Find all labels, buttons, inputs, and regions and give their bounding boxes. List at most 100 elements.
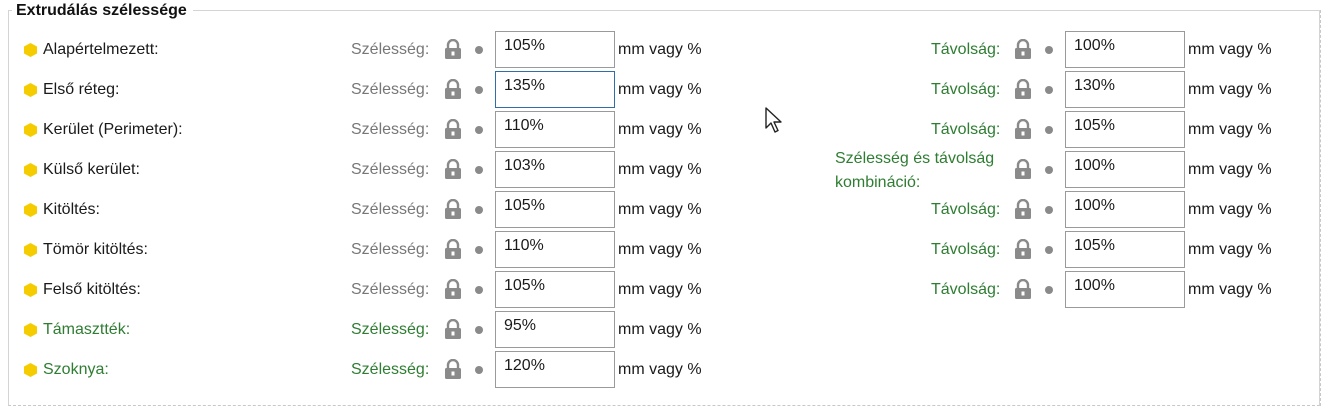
setting-row-skirt: Szoknya: Szélesség: 120% mm vagy % <box>0 350 1327 390</box>
lock-icon[interactable] <box>444 239 462 259</box>
width-unit: mm vagy % <box>618 81 702 98</box>
row-label-text: Támasztték: <box>43 321 131 338</box>
lock-icon[interactable] <box>1014 239 1032 259</box>
lock-icon[interactable] <box>444 39 462 59</box>
lock-icon[interactable] <box>444 319 462 339</box>
dot-icon <box>1045 86 1053 94</box>
dot-icon <box>1045 206 1053 214</box>
dot-icon <box>475 366 483 374</box>
spacing-unit: mm vagy % <box>1188 161 1272 178</box>
lock-icon[interactable] <box>1014 119 1032 139</box>
hexagon-bullet-icon <box>24 163 37 177</box>
width-unit: mm vagy % <box>618 281 702 298</box>
spacing-unit: mm vagy % <box>1188 121 1272 138</box>
row-label: Első réteg: <box>24 81 119 99</box>
dot-icon <box>1045 246 1053 254</box>
width-label: Szélesség: <box>351 201 430 218</box>
spacing-input[interactable]: 130% <box>1065 71 1185 108</box>
lock-icon[interactable] <box>444 119 462 139</box>
spacing-label: Távolság: <box>931 201 1001 218</box>
lock-icon[interactable] <box>1014 279 1032 299</box>
dot-icon <box>475 46 483 54</box>
group-title: Extrudálás szélessége <box>12 1 193 21</box>
setting-row-external-perimeter: Külső kerület: Szélesség: 103% mm vagy %… <box>0 150 1327 191</box>
lock-icon[interactable] <box>444 279 462 299</box>
dot-icon <box>475 86 483 94</box>
setting-row-solid-infill: Tömör kitöltés: Szélesség: 110% mm vagy … <box>0 230 1327 270</box>
dot-icon <box>475 206 483 214</box>
row-label: Alapértelmezett: <box>24 41 159 59</box>
width-input[interactable]: 135% <box>495 71 615 108</box>
width-input[interactable]: 103% <box>495 151 615 188</box>
width-unit: mm vagy % <box>618 241 702 258</box>
dot-icon <box>475 166 483 174</box>
mouse-cursor-icon <box>765 107 782 133</box>
spacing-label: Távolság: <box>931 121 1001 138</box>
width-label: Szélesség: <box>351 121 430 138</box>
width-input[interactable]: 105% <box>495 191 615 228</box>
width-input[interactable]: 105% <box>495 31 615 68</box>
width-label: Szélesség: <box>351 361 430 378</box>
lock-icon[interactable] <box>1014 79 1032 99</box>
spacing-input[interactable]: 105% <box>1065 231 1185 268</box>
spacing-label: Távolság: <box>931 41 1001 58</box>
hexagon-bullet-icon <box>24 363 37 377</box>
spacing-input[interactable]: 100% <box>1065 191 1185 228</box>
width-unit: mm vagy % <box>618 161 702 178</box>
row-label-text: Kitöltés: <box>43 201 100 218</box>
dot-icon <box>1045 166 1053 174</box>
row-label: Felső kitöltés: <box>24 281 141 299</box>
lock-icon[interactable] <box>444 159 462 179</box>
lock-icon[interactable] <box>1014 39 1032 59</box>
spacing-input[interactable]: 100% <box>1065 271 1185 308</box>
row-label: Szoknya: <box>24 361 109 379</box>
row-label-text: Tömör kitöltés: <box>43 241 148 258</box>
hexagon-bullet-icon <box>24 43 37 57</box>
width-input[interactable]: 110% <box>495 231 615 268</box>
width-unit: mm vagy % <box>618 321 702 338</box>
lock-icon[interactable] <box>444 359 462 379</box>
dot-icon <box>475 126 483 134</box>
dot-icon <box>475 286 483 294</box>
hexagon-bullet-icon <box>24 283 37 297</box>
width-label: Szélesség: <box>351 161 430 178</box>
row-label: Támasztték: <box>24 321 130 339</box>
width-input[interactable]: 95% <box>495 311 615 348</box>
width-label: Szélesség: <box>351 321 430 338</box>
lock-icon[interactable] <box>444 199 462 219</box>
row-label: Külső kerület: <box>24 161 140 179</box>
width-unit: mm vagy % <box>618 41 702 58</box>
spacing-input[interactable]: 105% <box>1065 111 1185 148</box>
spacing-unit: mm vagy % <box>1188 281 1272 298</box>
lock-icon[interactable] <box>1014 159 1032 179</box>
width-input[interactable]: 105% <box>495 271 615 308</box>
width-label: Szélesség: <box>351 41 430 58</box>
width-unit: mm vagy % <box>618 121 702 138</box>
dot-icon <box>475 326 483 334</box>
width-unit: mm vagy % <box>618 361 702 378</box>
row-label: Tömör kitöltés: <box>24 241 148 259</box>
spacing-label: Távolság: <box>931 281 1001 298</box>
hexagon-bullet-icon <box>24 243 37 257</box>
spacing-label: Távolság: <box>931 81 1001 98</box>
spacing-input[interactable]: 100% <box>1065 31 1185 68</box>
setting-row-infill: Kitöltés: Szélesség: 105% mm vagy % Távo… <box>0 190 1327 230</box>
dot-icon <box>1045 46 1053 54</box>
setting-row-default: Alapértelmezett: Szélesség: 105% mm vagy… <box>0 30 1327 70</box>
spacing-label: Távolság: <box>931 241 1001 258</box>
row-label-text: Külső kerület: <box>43 161 140 178</box>
row-label: Kitöltés: <box>24 201 100 219</box>
row-label-text: Kerület (Perimeter): <box>43 121 183 138</box>
lock-icon[interactable] <box>444 79 462 99</box>
spacing-input[interactable]: 100% <box>1065 151 1185 188</box>
width-input[interactable]: 110% <box>495 111 615 148</box>
lock-icon[interactable] <box>1014 199 1032 219</box>
row-label-text: Felső kitöltés: <box>43 281 141 298</box>
width-input[interactable]: 120% <box>495 351 615 388</box>
dot-icon <box>475 246 483 254</box>
hexagon-bullet-icon <box>24 123 37 137</box>
width-label: Szélesség: <box>351 241 430 258</box>
setting-row-perimeter: Kerület (Perimeter): Szélesség: 110% mm … <box>0 110 1327 150</box>
width-unit: mm vagy % <box>618 201 702 218</box>
setting-row-top-infill: Felső kitöltés: Szélesség: 105% mm vagy … <box>0 270 1327 310</box>
